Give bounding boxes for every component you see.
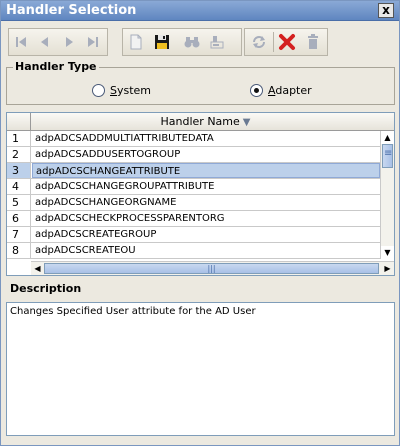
delete-button[interactable]	[276, 31, 298, 53]
sort-descending-icon: ▼	[242, 117, 251, 128]
table-row[interactable]: 2 adpADCSADDUSERTOGROUP	[7, 147, 380, 163]
row-number: 3	[7, 163, 31, 178]
previous-icon	[41, 37, 48, 47]
find-button[interactable]	[181, 31, 203, 53]
table-row-selected[interactable]: 3 adpADCSCHANGEATTRIBUTE	[7, 163, 380, 179]
table-row[interactable]: 8 adpADCSCREATEOU	[7, 243, 380, 259]
horizontal-scroll-thumb[interactable]: |||	[44, 263, 379, 274]
handler-name-cell[interactable]: adpADCSCHANGEATTRIBUTE	[32, 163, 380, 178]
handler-type-legend: Handler Type	[13, 60, 99, 73]
edit-button-group	[122, 28, 242, 56]
handler-name-column-header[interactable]: Handler Name ▼	[31, 113, 380, 130]
horizontal-scrollbar[interactable]: ◀ ||| ▶	[31, 261, 394, 275]
system-radio-label: System	[110, 84, 152, 97]
scroll-left-icon[interactable]: ◀	[31, 262, 44, 275]
save-button[interactable]	[151, 31, 173, 53]
last-record-button[interactable]	[82, 31, 104, 53]
row-number: 5	[7, 195, 31, 210]
row-number: 6	[7, 211, 31, 226]
first-record-button[interactable]	[10, 31, 32, 53]
new-button[interactable]	[125, 31, 147, 53]
handler-type-group: Handler Type System Adapter	[6, 60, 395, 105]
row-number: 7	[7, 227, 31, 242]
next-record-button[interactable]	[58, 31, 80, 53]
table-row[interactable]: 5 adpADCSCHANGEORGNAME	[7, 195, 380, 211]
table-header: Handler Name ▼	[7, 113, 394, 131]
row-number: 1	[7, 131, 31, 146]
scroll-down-icon[interactable]: ▼	[381, 246, 394, 259]
handler-name-cell[interactable]: adpADCSCHANGEGROUPATTRIBUTE	[32, 179, 380, 194]
description-text: Changes Specified User attribute for the…	[10, 306, 256, 317]
scroll-right-icon[interactable]: ▶	[381, 262, 394, 275]
row-number: 2	[7, 147, 31, 162]
window-title: Handler Selection	[6, 3, 137, 18]
save-icon	[155, 35, 169, 49]
adapter-radio-option[interactable]: Adapter	[250, 84, 312, 97]
handler-name-cell[interactable]: adpADCSCHECKPROCESSPARENTORG	[32, 211, 380, 226]
system-radio[interactable]	[92, 84, 105, 97]
handler-table: Handler Name ▼ 1 adpADCSADDMULTIATTRIBUTED…	[6, 112, 395, 276]
refresh-button[interactable]	[248, 31, 270, 53]
previous-record-button[interactable]	[34, 31, 56, 53]
navigation-button-group	[8, 28, 108, 56]
new-document-icon	[130, 34, 142, 50]
vertical-scrollbar[interactable]: ▲ ▼	[380, 131, 394, 259]
table-row[interactable]: 1 adpADCSADDMULTIATTRIBUTEDATA	[7, 131, 380, 147]
red-x-icon	[279, 34, 295, 50]
trash-button[interactable]	[302, 31, 324, 53]
adapter-radio[interactable]	[250, 84, 263, 97]
table-row[interactable]: 6 adpADCSCHECKPROCESSPARENTORG	[7, 211, 380, 227]
row-number-header	[7, 113, 31, 130]
system-radio-option[interactable]: System	[92, 84, 151, 97]
scroll-up-icon[interactable]: ▲	[381, 131, 394, 144]
handler-name-cell[interactable]: adpADCSADDMULTIATTRIBUTEDATA	[32, 131, 380, 146]
handler-name-cell[interactable]: adpADCSCHANGEORGNAME	[32, 195, 380, 210]
refresh-icon	[253, 36, 265, 48]
adapter-radio-label: Adapter	[268, 84, 312, 97]
handler-name-cell[interactable]: adpADCSADDUSERTOGROUP	[32, 147, 380, 162]
clear-button[interactable]	[207, 31, 229, 53]
title-bar[interactable]: Handler Selection x	[1, 1, 399, 21]
binoculars-icon	[184, 37, 200, 48]
next-icon	[66, 37, 73, 47]
vertical-scroll-thumb[interactable]	[382, 144, 393, 168]
last-icon	[88, 37, 98, 47]
description-legend: Description	[8, 282, 84, 295]
handler-name-cell[interactable]: adpADCSCREATEOU	[32, 243, 380, 258]
trash-icon	[308, 34, 318, 49]
handler-name-cell[interactable]: adpADCSCREATEGROUP	[32, 227, 380, 242]
first-icon	[16, 37, 26, 47]
row-number: 4	[7, 179, 31, 194]
table-body: 1 adpADCSADDMULTIATTRIBUTEDATA 2 adpADCSAD…	[7, 131, 380, 259]
toolbar-separator	[273, 32, 274, 52]
table-row[interactable]: 4 adpADCSCHANGEGROUPATTRIBUTE	[7, 179, 380, 195]
row-number: 8	[7, 243, 31, 258]
close-button[interactable]: x	[378, 3, 394, 18]
table-row[interactable]: 7 adpADCSCREATEGROUP	[7, 227, 380, 243]
handler-selection-window: Handler Selection x Handler Type System …	[0, 0, 400, 446]
description-text-area[interactable]: Changes Specified User attribute for the…	[6, 302, 395, 436]
action-button-group	[244, 28, 328, 56]
eraser-icon	[210, 36, 224, 49]
toolbar	[2, 23, 398, 59]
